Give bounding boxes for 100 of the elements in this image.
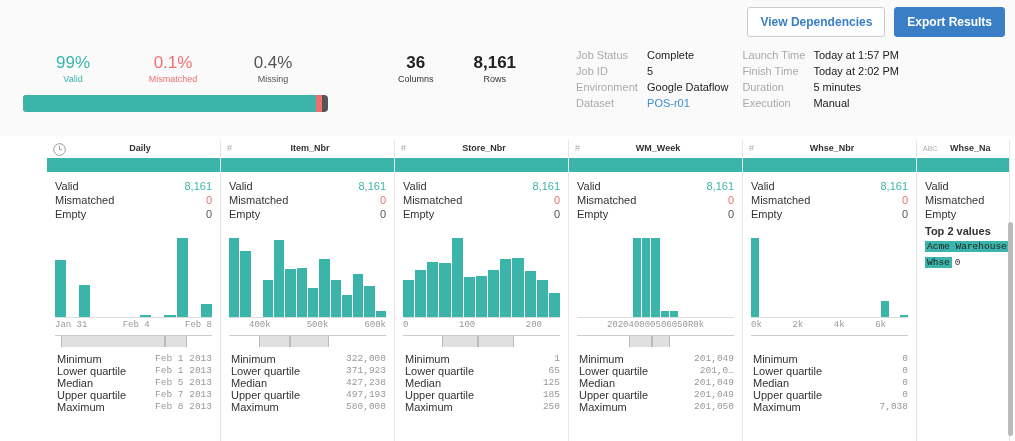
- type-label: #: [401, 142, 406, 156]
- stat-value: 0: [205, 193, 212, 207]
- stat-value: 8,161: [358, 179, 386, 193]
- stat-value: 0: [901, 193, 908, 207]
- stat-value: 201,050: [694, 400, 734, 413]
- detail-value: Today at 1:57 PM: [813, 48, 899, 63]
- stat-label: Valid: [751, 179, 775, 193]
- stat-label: Empty: [55, 207, 87, 221]
- stat-label: Valid: [403, 179, 427, 193]
- stat-label: Empty: [751, 207, 783, 221]
- dependencies-button[interactable]: View Dependencies: [747, 7, 886, 37]
- detail-label: Finish Time: [742, 63, 800, 79]
- histogram-bar: [899, 314, 909, 317]
- stat-value: 125: [542, 376, 560, 389]
- stat-value: 8,161: [532, 179, 560, 193]
- detail-label: Execution: [742, 95, 792, 111]
- stat-label: Mismatched: [925, 193, 985, 207]
- stat-value: 0: [727, 193, 734, 207]
- scrollbar[interactable]: [1008, 222, 1013, 436]
- stat-label: Median: [405, 376, 442, 389]
- stat-value: 8,161: [706, 179, 734, 193]
- stat-value: 322,000: [346, 352, 386, 365]
- stat-label: Empty: [229, 207, 261, 221]
- count-label: Columns: [398, 73, 434, 86]
- metric-value: 0.1%: [152, 53, 194, 73]
- column-name: Item_Nbr: [289, 142, 331, 156]
- detail-label: Environment: [576, 79, 639, 95]
- stat-label: Median: [231, 376, 268, 389]
- stat-value: 7,038: [879, 400, 908, 413]
- stat-label: Lower quartile: [231, 364, 301, 377]
- value-chip: Whse: [925, 257, 952, 268]
- histogram-bar: [427, 261, 439, 317]
- stat-value: Feb 7 2013: [155, 388, 212, 401]
- stat-value: 0: [901, 207, 908, 221]
- column-name: Store_Nbr: [461, 142, 507, 156]
- axis-tick-label: 4k: [833, 319, 845, 332]
- histogram-bar: [475, 275, 488, 317]
- stat-label: Mismatched: [55, 193, 115, 207]
- metric-value: 99%: [55, 53, 91, 73]
- stat-value: 201,049: [694, 352, 734, 365]
- column-name: Whse_Na: [948, 142, 992, 156]
- stat-label: Upper quartile: [405, 388, 475, 401]
- stat-label: Median: [579, 376, 616, 389]
- column-name: Whse_Nbr: [808, 142, 856, 156]
- stat-value: 0: [902, 376, 908, 389]
- axis-tick-label: Feb 4: [122, 319, 150, 332]
- stat-value: 8,161: [880, 179, 908, 193]
- stat-label: Median: [57, 376, 94, 389]
- column-name: WM_Week: [634, 142, 682, 156]
- stat-value: 1: [554, 352, 560, 365]
- stat-value: Feb 1 2013: [155, 364, 212, 377]
- axis-tick-label: 0k: [751, 319, 762, 332]
- stat-value: 201,0…: [699, 364, 734, 377]
- axis-tick-label: 2k: [792, 319, 804, 332]
- histogram-bar: [500, 258, 512, 317]
- histogram-bar: [524, 271, 536, 317]
- stat-label: Upper quartile: [57, 388, 127, 401]
- stat-label: Valid: [55, 179, 79, 193]
- stat-label: Lower quartile: [579, 364, 649, 377]
- stat-value: 185: [542, 388, 560, 401]
- histogram-bar: [403, 279, 415, 317]
- column-name: Daily: [128, 142, 152, 156]
- detail-value: Complete: [647, 48, 696, 63]
- axis-tick-label: 600k: [364, 319, 386, 332]
- metric-value: 0.4%: [252, 53, 294, 73]
- detail-value: Google Dataflow: [647, 79, 729, 95]
- axis-tick-label: 202040000506050R0k: [606, 319, 705, 332]
- export-button[interactable]: Export Results: [894, 7, 1005, 37]
- count-value: 36: [405, 53, 427, 73]
- top-values-title: Top 2 values: [925, 224, 992, 238]
- stat-label: Mismatched: [229, 193, 289, 207]
- type-label: #: [227, 142, 232, 156]
- histogram-bar: [512, 257, 524, 317]
- stat-value: Feb 8 2013: [155, 400, 212, 413]
- stat-value: 0: [902, 364, 908, 377]
- axis-tick-label: 100: [459, 319, 476, 332]
- stat-label: Empty: [925, 207, 957, 221]
- stat-value: Feb 5 2013: [155, 376, 212, 389]
- metric-label: Mismatched: [147, 73, 199, 86]
- value-chip: Acme Warehouse: [925, 241, 1009, 252]
- histogram-bar: [415, 269, 427, 317]
- stat-label: Median: [753, 376, 790, 389]
- stat-value: 250: [542, 400, 560, 413]
- dataset-link[interactable]: POS-r01: [647, 96, 690, 109]
- value-count: 0: [954, 257, 961, 268]
- stat-label: Maximum: [405, 400, 453, 413]
- stat-value: 427,238: [346, 376, 386, 389]
- detail-label: Duration: [742, 79, 785, 95]
- metric-label: Missing: [256, 73, 290, 86]
- stat-value: 580,000: [346, 400, 386, 413]
- axis-tick-label: 400k: [249, 319, 271, 332]
- stat-label: Maximum: [57, 400, 105, 413]
- stat-label: Maximum: [231, 400, 279, 413]
- axis-tick-label: 500k: [306, 319, 329, 332]
- stat-label: Upper quartile: [579, 388, 649, 401]
- stat-label: Minimum: [57, 352, 102, 365]
- stat-label: Mismatched: [403, 193, 463, 207]
- histogram-bar: [55, 260, 67, 317]
- histogram-bar: [79, 284, 91, 317]
- stat-value: 0: [902, 352, 908, 365]
